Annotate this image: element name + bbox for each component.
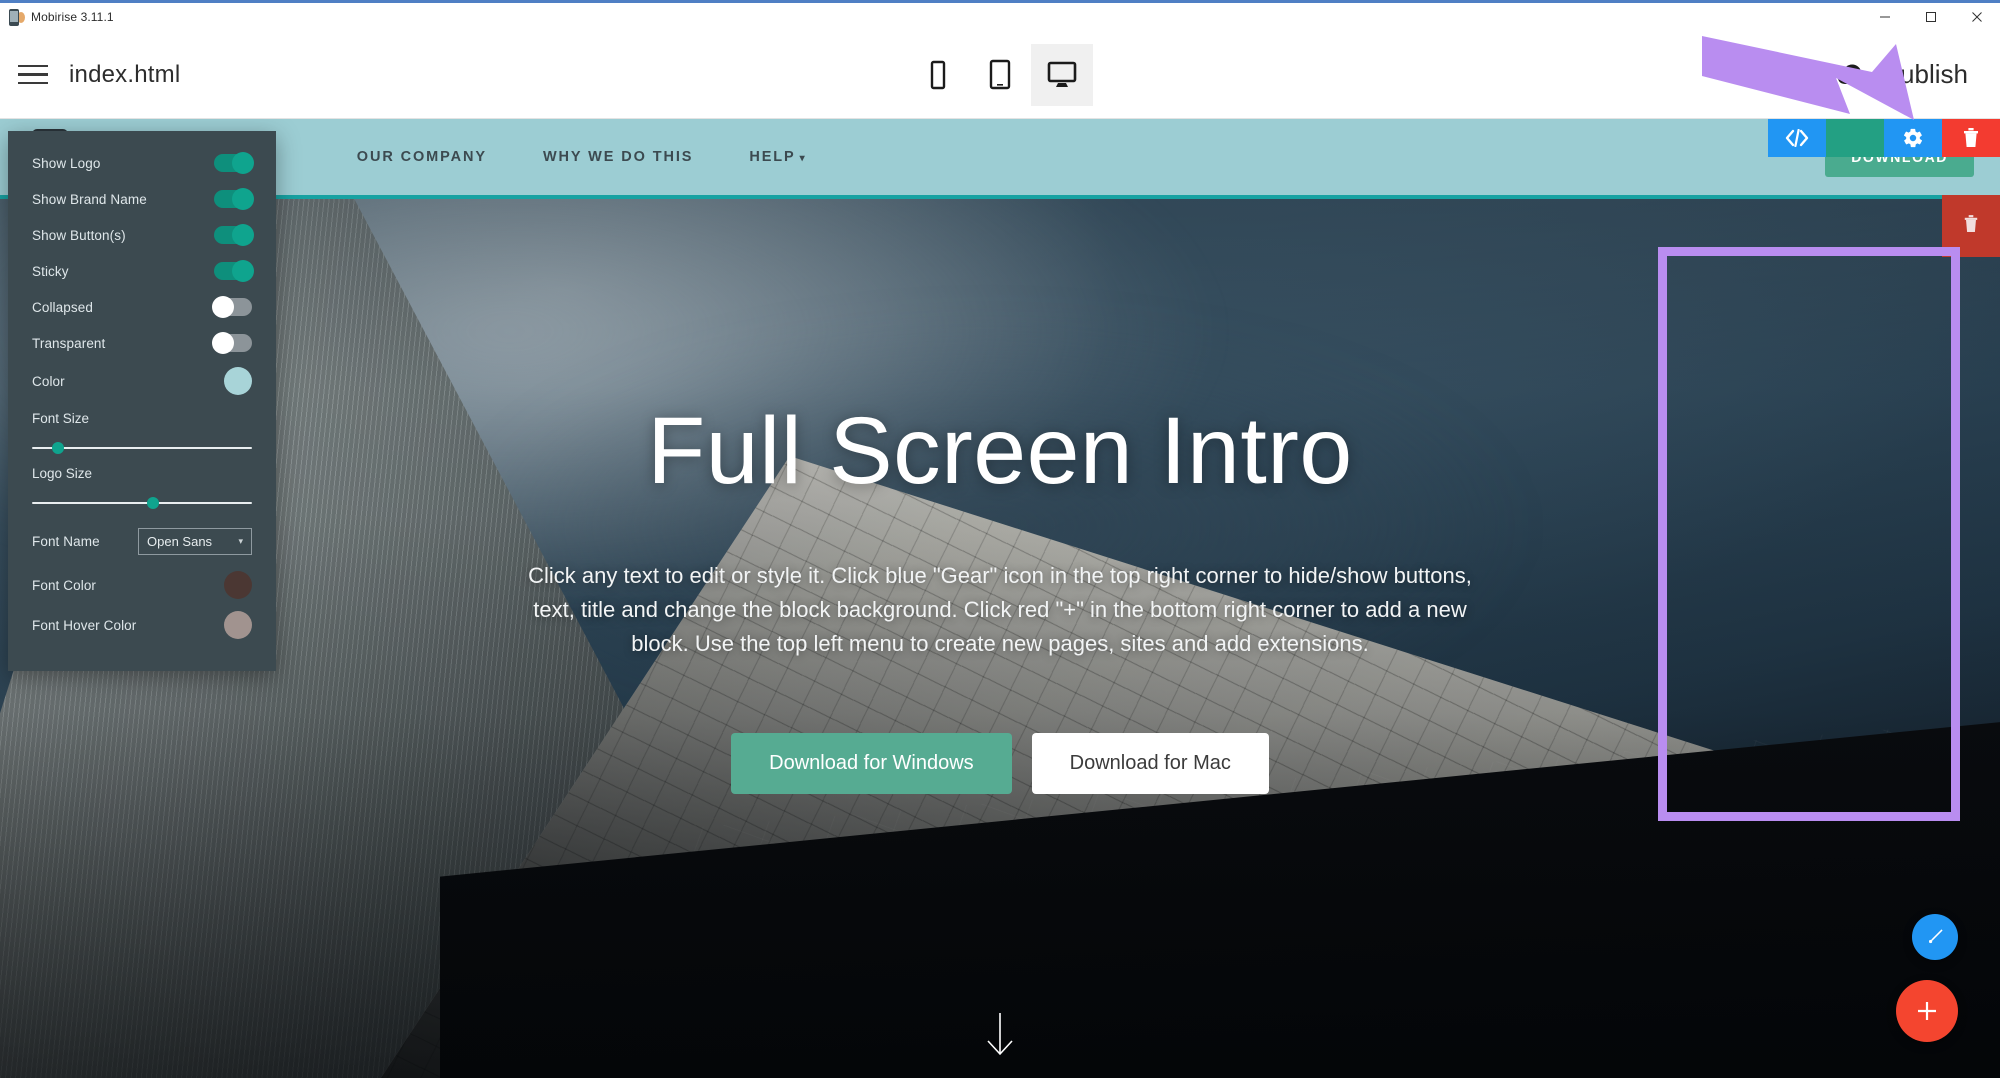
show-brand-name-toggle[interactable] (214, 188, 254, 210)
chevron-down-icon: ▾ (799, 153, 807, 164)
logo-size-label: Logo Size (32, 466, 93, 481)
settings-panel-highlight-frame (1658, 247, 1960, 821)
setting-row-transparent: Transparent (8, 325, 276, 361)
publish-button[interactable]: Publish (1837, 59, 1968, 90)
cloud-upload-icon (1837, 63, 1871, 87)
collapsed-toggle[interactable] (212, 296, 252, 318)
block-toolbar (1768, 119, 2000, 157)
window-titlebar: Mobirise 3.11.1 (0, 0, 2000, 31)
titlebar-left: Mobirise 3.11.1 (0, 8, 114, 26)
app-title: Mobirise 3.11.1 (31, 10, 114, 24)
block-settings-gear-button[interactable] (1884, 119, 1942, 157)
nav-link-label: HELP (749, 149, 796, 165)
setting-row-show-brand-name: Show Brand Name (8, 181, 276, 217)
code-icon (1784, 129, 1810, 147)
app-icon (9, 8, 25, 26)
navbar-settings-panel: Show Logo Show Brand Name Show Button(s)… (8, 131, 276, 671)
setting-label: Font Name (32, 533, 100, 549)
app-toolbar: index.html Publish (0, 31, 2000, 119)
maximize-icon[interactable] (1908, 2, 1954, 33)
navbar-color-swatch[interactable] (224, 367, 252, 395)
setting-row-color: Color (8, 361, 276, 401)
add-block-button[interactable] (1896, 980, 1958, 1042)
trash-icon (1962, 127, 1980, 149)
setting-row-collapsed: Collapsed (8, 289, 276, 325)
logo-size-slider[interactable] (8, 495, 276, 511)
paintbrush-icon (1925, 927, 1945, 947)
close-icon[interactable] (1954, 2, 2000, 33)
minimize-icon[interactable] (1862, 2, 1908, 33)
font-hover-color-swatch[interactable] (224, 611, 252, 639)
setting-label: Font Color (32, 577, 97, 593)
setting-row-show-logo: Show Logo (8, 145, 276, 181)
gear-icon (1902, 127, 1924, 149)
window-controls (1862, 2, 2000, 33)
setting-row-sticky: Sticky (8, 253, 276, 289)
nav-link-our-company[interactable]: OUR COMPANY (357, 149, 487, 165)
show-logo-toggle[interactable] (214, 152, 254, 174)
hamburger-menu-icon[interactable] (18, 59, 50, 91)
chevron-down-icon: ▾ (238, 535, 243, 546)
font-name-select[interactable]: Open Sans ▾ (138, 527, 252, 555)
setting-label: Show Button(s) (32, 227, 126, 243)
setting-label: Color (32, 373, 65, 389)
move-block-handle[interactable] (1826, 119, 1884, 157)
publish-label: Publish (1882, 59, 1968, 89)
setting-label: Collapsed (32, 299, 93, 315)
download-for-windows-button[interactable]: Download for Windows (731, 733, 1012, 795)
font-size-label: Font Size (32, 411, 90, 426)
edit-code-button[interactable] (1768, 119, 1826, 157)
sticky-toggle[interactable] (214, 260, 254, 282)
hero-button-group: Download for Windows Download for Mac (731, 733, 1269, 795)
hero-subtitle[interactable]: Click any text to edit or style it. Clic… (520, 559, 1480, 661)
setting-label: Transparent (32, 335, 106, 351)
font-name-value: Open Sans (147, 533, 213, 549)
page-title: index.html (69, 60, 181, 88)
viewport-switcher (907, 43, 1093, 106)
plus-icon (1914, 998, 1940, 1024)
delete-block-button[interactable] (1942, 119, 2000, 157)
setting-row-font-color: Font Color (8, 565, 276, 605)
font-size-slider[interactable] (8, 440, 276, 456)
nav-link-why-we-do-this[interactable]: WHY WE DO THIS (543, 149, 693, 165)
nav-link-help[interactable]: HELP ▾ (749, 149, 806, 165)
setting-label: Sticky (32, 263, 69, 279)
viewport-tablet-button[interactable] (969, 44, 1031, 106)
nav-link-label: OUR COMPANY (356, 149, 487, 165)
setting-label: Font Hover Color (32, 617, 137, 633)
setting-row-font-name: Font Name Open Sans ▾ (8, 517, 276, 565)
font-color-swatch[interactable] (224, 571, 252, 599)
setting-label: Show Logo (32, 155, 101, 171)
hero-title[interactable]: Full Screen Intro (647, 404, 1352, 499)
setting-row-font-hover-color: Font Hover Color (8, 605, 276, 645)
setting-row-show-buttons: Show Button(s) (8, 217, 276, 253)
trash-icon (1963, 214, 1979, 239)
nav-link-label: WHY WE DO THIS (542, 149, 694, 165)
navbar-links: OUR COMPANY WHY WE DO THIS HELP ▾ (357, 149, 807, 165)
viewport-mobile-button[interactable] (907, 44, 969, 106)
show-buttons-toggle[interactable] (214, 224, 254, 246)
scroll-down-arrow-icon[interactable] (980, 1011, 1020, 1068)
transparent-toggle[interactable] (212, 332, 252, 354)
viewport-desktop-button[interactable] (1031, 43, 1093, 106)
site-style-button[interactable] (1912, 914, 1958, 960)
download-for-mac-button[interactable]: Download for Mac (1031, 733, 1269, 795)
site-preview: Full Screen Intro Click any text to edit… (0, 119, 2000, 1078)
setting-label: Show Brand Name (32, 191, 147, 207)
site-navbar: M MOBIRISE OUR COMPANY WHY WE DO THIS HE… (0, 119, 2000, 199)
